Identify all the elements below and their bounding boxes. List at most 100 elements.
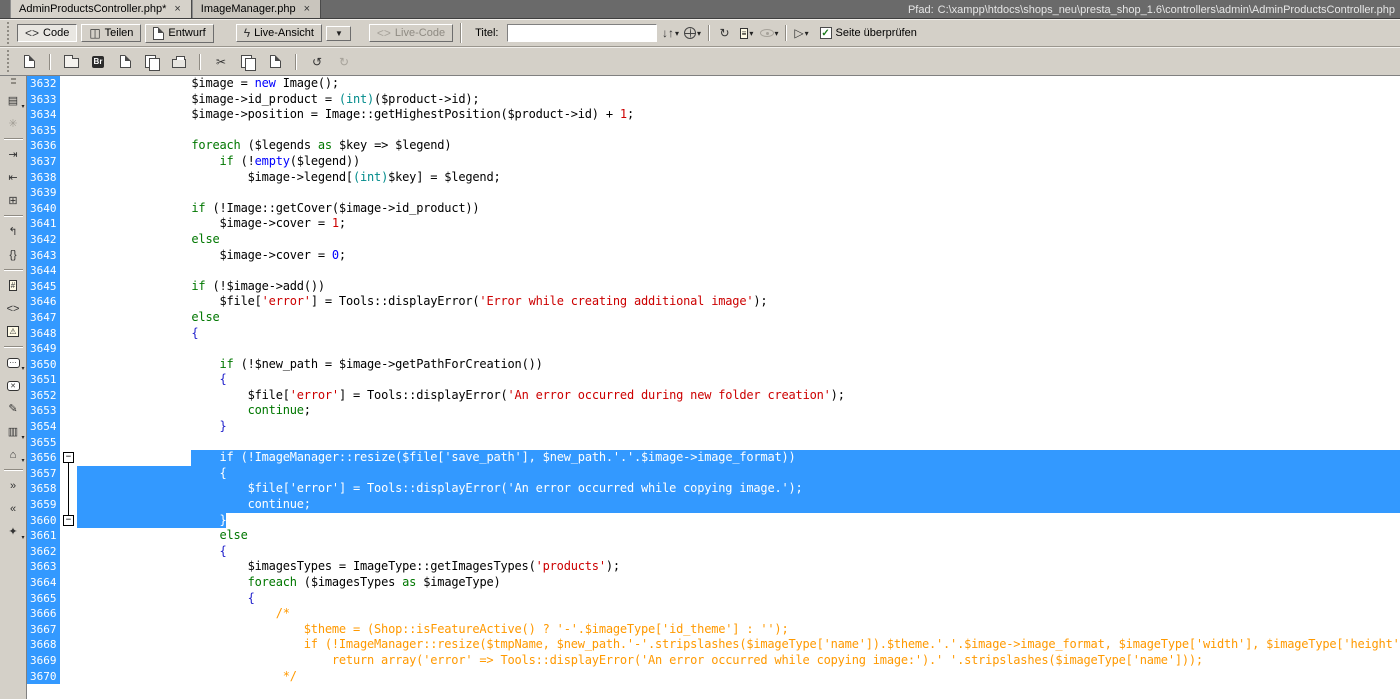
code-text[interactable]: continue; [77, 403, 1400, 419]
code-collapse-icon[interactable]: − [63, 514, 74, 526]
chevron-down-icon[interactable]: ▾ [749, 29, 753, 38]
code-text[interactable] [77, 185, 1400, 201]
code-line[interactable]: 3633 $image->id_product = (int)($product… [27, 91, 1400, 108]
format-source-code-icon[interactable]: ✦ ▾ [3, 521, 24, 542]
close-icon[interactable]: × [302, 3, 312, 15]
code-line[interactable]: 3663 $imagesTypes = ImageType::getImages… [27, 559, 1400, 575]
preview-in-browser-globe-icon[interactable]: ▾ [683, 22, 703, 44]
code-line[interactable]: 3643 $image->cover = 0; [27, 247, 1400, 264]
code-line[interactable]: 3641 $image->cover = 1; [27, 216, 1400, 232]
chevron-down-icon[interactable]: ▾ [697, 29, 701, 38]
code-text[interactable]: if (!$image->add()) [77, 279, 1400, 295]
code-text[interactable]: if (!$new_path = $image->getPathForCreat… [77, 357, 1400, 373]
code-text[interactable]: $image = new Image(); [77, 76, 1400, 92]
code-text[interactable]: { [77, 465, 1400, 482]
code-text[interactable]: if (!empty($legend)) [77, 154, 1400, 170]
line-numbers-icon[interactable]: # [3, 275, 24, 296]
chevron-down-icon[interactable]: ▾ [675, 29, 679, 38]
live-view-dropdown[interactable]: ▼ [325, 25, 351, 41]
code-text[interactable]: { [77, 372, 1400, 388]
toolbar-grip[interactable] [6, 22, 11, 44]
code-text[interactable]: */ [77, 669, 1400, 685]
collapse-outside-selection-icon[interactable]: ⇤ [3, 167, 24, 188]
code-text[interactable]: } [77, 419, 1400, 435]
code-line[interactable]: 3637 if (!empty($legend)) [27, 153, 1400, 170]
code-text[interactable] [77, 341, 1400, 357]
code-text[interactable]: $image->position = Image::getHighestPosi… [77, 107, 1400, 123]
code-text[interactable]: continue; [77, 497, 1400, 513]
check-page-button[interactable]: ✓ Seite überprüfen [816, 25, 921, 41]
recent-snippets-icon[interactable]: ▥ ▾ [3, 421, 25, 442]
code-line[interactable]: 3654 } [27, 419, 1400, 435]
code-text[interactable]: $image->legend[(int)$key] = $legend; [77, 170, 1400, 186]
code-line[interactable]: 3664 foreach ($imagesTypes as $imageType… [27, 575, 1400, 591]
code-text[interactable]: else [77, 528, 1400, 544]
code-line[interactable]: 3651 { [27, 372, 1400, 388]
code-text[interactable] [77, 263, 1400, 279]
balance-braces-icon[interactable]: {} [3, 244, 24, 265]
code-line[interactable]: 3669 return array('error' => Tools::disp… [27, 652, 1400, 669]
code-line[interactable]: 3662 { [27, 543, 1400, 560]
code-line[interactable]: 3659 continue; [27, 497, 1400, 513]
code-text[interactable]: $file['error'] = Tools::displayError('An… [77, 388, 1400, 404]
code-line[interactable]: 3642 else [27, 231, 1400, 248]
code-text[interactable]: $file['error'] = Tools::displayError('Er… [77, 294, 1400, 310]
code-text[interactable]: { [77, 544, 1400, 560]
code-view-button[interactable]: <> Code [17, 24, 78, 42]
code-line[interactable]: 3647 else [27, 309, 1400, 326]
paste-icon[interactable] [265, 51, 285, 73]
title-input[interactable] [506, 24, 657, 42]
code-text[interactable]: { [77, 326, 1400, 342]
select-parent-tag-icon[interactable]: ↰ [3, 221, 24, 242]
code-line[interactable]: 3665 { [27, 590, 1400, 607]
browse-in-bridge-icon[interactable]: Br [88, 51, 108, 73]
close-icon[interactable]: × [172, 3, 182, 15]
code-line[interactable]: 3667 $theme = (Shop::isFeatureActive() ?… [27, 621, 1400, 638]
print-code-icon[interactable] [169, 51, 189, 73]
file-management-icon[interactable]: ↓↑ ▾ [661, 22, 681, 44]
code-line[interactable]: 3661 else [27, 528, 1400, 544]
open-documents-icon[interactable]: ▤ ▾ [3, 90, 25, 111]
code-line[interactable]: 3644 [27, 263, 1400, 279]
syntax-error-alerts-icon[interactable]: ⚠ [3, 321, 24, 342]
refresh-icon[interactable]: ↻ [715, 22, 735, 44]
code-text[interactable]: if (!ImageManager::resize($file['save_pa… [77, 450, 1400, 466]
undo-icon[interactable]: ↺ [307, 51, 327, 73]
code-text[interactable]: /* [77, 606, 1400, 622]
toolbar-grip[interactable] [10, 78, 16, 86]
code-text[interactable]: $imagesTypes = ImageType::getImagesTypes… [77, 559, 1400, 575]
code-line[interactable]: 3656− if (!ImageManager::resize($file['s… [27, 450, 1400, 466]
code-line[interactable]: 3657 { [27, 465, 1400, 482]
expand-all-icon[interactable]: ⊞ [3, 190, 24, 211]
code-line[interactable]: 3650 if (!$new_path = $image->getPathFor… [27, 356, 1400, 373]
remove-comment-icon[interactable]: ✕ [3, 375, 24, 396]
save-icon[interactable] [115, 51, 135, 73]
code-line[interactable]: 3653 continue; [27, 403, 1400, 420]
code-line[interactable]: 3649 [27, 341, 1400, 357]
code-text[interactable]: $image->id_product = (int)($product->id)… [77, 92, 1400, 108]
view-options-icon[interactable]: ≡ ▾ [737, 22, 757, 44]
open-file-icon[interactable] [61, 51, 81, 73]
code-line[interactable]: 3666 /* [27, 606, 1400, 622]
chevron-down-icon[interactable]: ▾ [775, 29, 779, 38]
design-view-button[interactable]: Entwurf [145, 23, 214, 43]
code-text[interactable]: else [77, 310, 1400, 326]
outdent-code-icon[interactable]: « [3, 498, 24, 519]
code-text[interactable]: { [77, 591, 1400, 607]
toolbar-grip[interactable] [6, 50, 11, 73]
code-text[interactable]: return array('error' => Tools::displayEr… [77, 653, 1400, 669]
code-text[interactable]: $image->cover = 1; [77, 216, 1400, 232]
code-line[interactable]: 3670 */ [27, 668, 1400, 685]
code-line[interactable]: 3668 if (!ImageManager::resize($tmpName,… [27, 637, 1400, 653]
code-collapse-icon[interactable]: − [63, 452, 74, 464]
code-view[interactable]: 3632 $image = new Image(); 3633 $image->i… [27, 76, 1400, 699]
code-line[interactable]: 3658 $file['error'] = Tools::displayErro… [27, 481, 1400, 498]
cut-icon[interactable]: ✂ [211, 51, 231, 73]
code-text[interactable]: if (!ImageManager::resize($tmpName, $new… [77, 637, 1400, 653]
code-text[interactable]: $file['error'] = Tools::displayError('An… [77, 481, 1400, 498]
apply-comment-icon[interactable]: ⋯ ▾ [3, 352, 25, 373]
code-line[interactable]: 3632 $image = new Image(); [27, 76, 1400, 92]
indent-code-icon[interactable]: » [3, 475, 24, 496]
new-document-icon[interactable] [19, 51, 39, 73]
code-text[interactable] [77, 435, 1400, 451]
